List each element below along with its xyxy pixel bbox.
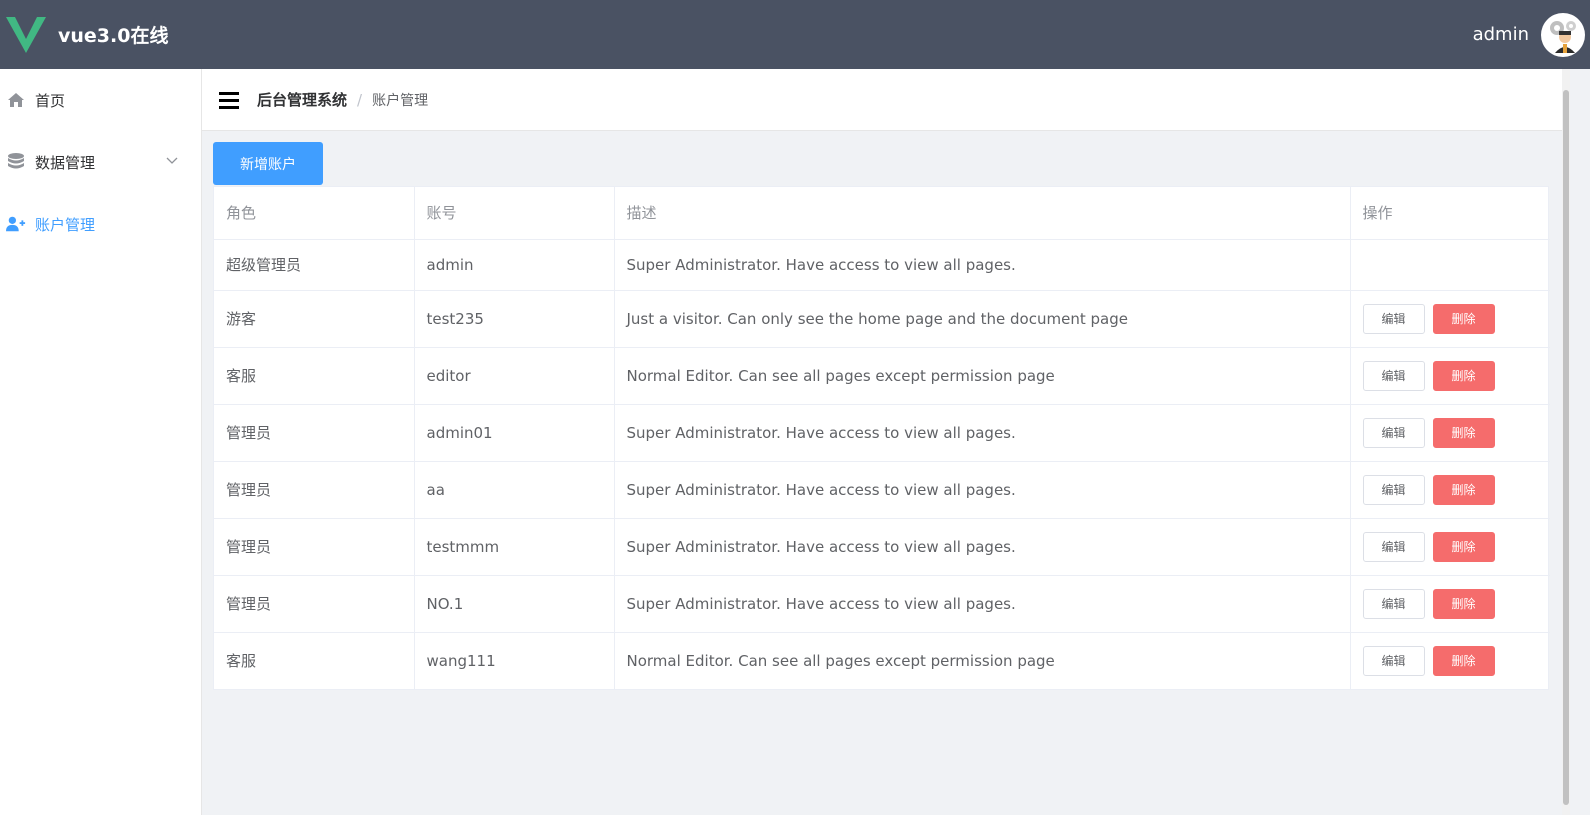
header-role: 角色 [214, 187, 415, 240]
cell-actions: 编辑 删除 [1350, 290, 1550, 348]
cell-description: Normal Editor. Can see all pages except … [614, 347, 1351, 405]
cell-actions: 编辑 删除 [1350, 518, 1550, 576]
table-row: 客服 editor Normal Editor. Can see all pages… [214, 347, 1550, 405]
cell-description: Super Administrator. Have access to view… [614, 239, 1351, 291]
sidebar-item-home[interactable]: 首页 [0, 69, 201, 131]
menu-toggle-icon[interactable] [219, 91, 241, 109]
cell-role: 管理员 [214, 518, 415, 576]
cell-account: NO.1 [414, 575, 615, 633]
breadcrumb-root[interactable]: 后台管理系统 [257, 89, 347, 110]
brand-title: vue3.0在线 [58, 25, 169, 47]
brand[interactable]: vue3.0在线 [0, 0, 168, 69]
cell-role: 超级管理员 [214, 239, 415, 291]
breadcrumb-current: 账户管理 [372, 92, 429, 109]
table-row: 游客 test235 Just a visitor. Can only see th… [214, 290, 1550, 348]
cell-account: testmmm [414, 518, 615, 576]
edit-button[interactable]: 编辑 [1362, 531, 1425, 562]
cell-role: 游客 [214, 290, 415, 348]
username[interactable]: admin [1473, 24, 1529, 45]
avatar-icon [1550, 20, 1576, 53]
breadcrumb: 后台管理系统 / 账户管理 [257, 89, 428, 110]
edit-button[interactable]: 编辑 [1362, 588, 1425, 619]
table-row: 管理员 testmmm Super Administrator. Have acce… [214, 518, 1550, 576]
table-row: 超级管理员 admin Super Administrator. Have acce… [214, 239, 1550, 291]
sidebar-item-label: 数据管理 [35, 153, 96, 172]
sidebar-item-data-management[interactable]: 数据管理 [0, 131, 201, 193]
chevron-down-icon [166, 157, 178, 164]
cell-description: Just a visitor. Can only see the home pa… [614, 290, 1351, 348]
add-account-button[interactable]: 新增账户 [213, 142, 323, 185]
cell-role: 管理员 [214, 461, 415, 519]
cell-description: Super Administrator. Have access to view… [614, 575, 1351, 633]
cell-description: Super Administrator. Have access to view… [614, 518, 1351, 576]
edit-button[interactable]: 编辑 [1362, 303, 1425, 334]
cell-role: 管理员 [214, 575, 415, 633]
accounts-table: 角色 账号 描述 操作 超级管理员 admin Super Administrato… [213, 186, 1550, 690]
cell-actions: 编辑 删除 [1350, 404, 1550, 462]
cell-account: admin [414, 239, 615, 291]
sidebar-item-account-management[interactable]: 账户管理 [0, 193, 201, 255]
top-bar: 后台管理系统 / 账户管理 [202, 69, 1562, 131]
cell-description: Super Administrator. Have access to view… [614, 404, 1351, 462]
vue-logo-icon [6, 16, 46, 53]
delete-button[interactable]: 删除 [1432, 645, 1495, 676]
cell-actions: 编辑 删除 [1350, 347, 1550, 405]
sidebar: 首页 数据管理 账户管理 [0, 69, 202, 815]
delete-button[interactable]: 删除 [1432, 417, 1495, 448]
delete-button[interactable]: 删除 [1432, 474, 1495, 505]
sidebar-item-label: 首页 [35, 91, 66, 110]
sidebar-item-label: 账户管理 [35, 215, 96, 234]
user-menu[interactable]: admin [1473, 0, 1590, 69]
header-actions: 操作 [1350, 187, 1550, 240]
cell-actions [1350, 239, 1550, 291]
table-row: 管理员 admin01 Super Administrator. Have acce… [214, 404, 1550, 462]
cell-role: 客服 [214, 347, 415, 405]
cell-description: Normal Editor. Can see all pages except … [614, 632, 1351, 689]
header-account: 账号 [414, 187, 615, 240]
edit-button[interactable]: 编辑 [1362, 417, 1425, 448]
table-row: 客服 wang111 Normal Editor. Can see all page… [214, 632, 1550, 689]
user-plus-icon [6, 214, 26, 234]
database-icon [6, 152, 26, 172]
scrollbar-thumb[interactable] [1563, 90, 1569, 805]
avatar[interactable] [1541, 12, 1585, 57]
cell-role: 客服 [214, 632, 415, 689]
cell-role: 管理员 [214, 404, 415, 462]
app-header: vue3.0在线 admin [0, 0, 1590, 69]
cell-actions: 编辑 删除 [1350, 632, 1550, 689]
edit-button[interactable]: 编辑 [1362, 360, 1425, 391]
delete-button[interactable]: 删除 [1432, 588, 1495, 619]
cell-account: aa [414, 461, 615, 519]
table-row: 管理员 NO.1 Super Administrator. Have access … [214, 575, 1550, 633]
edit-button[interactable]: 编辑 [1362, 474, 1425, 505]
home-icon [6, 90, 26, 110]
edit-button[interactable]: 编辑 [1362, 645, 1425, 676]
delete-button[interactable]: 删除 [1432, 303, 1495, 334]
cell-account: editor [414, 347, 615, 405]
delete-button[interactable]: 删除 [1432, 360, 1495, 391]
table-row: 管理员 aa Super Administrator. Have access to… [214, 461, 1550, 519]
cell-actions: 编辑 删除 [1350, 575, 1550, 633]
delete-button[interactable]: 删除 [1432, 531, 1495, 562]
header-description: 描述 [614, 187, 1351, 240]
cell-actions: 编辑 删除 [1350, 461, 1550, 519]
breadcrumb-separator: / [357, 90, 363, 109]
cell-account: admin01 [414, 404, 615, 462]
cell-description: Super Administrator. Have access to view… [614, 461, 1351, 519]
cell-account: test235 [414, 290, 615, 348]
cell-account: wang111 [414, 632, 615, 689]
table-header-row: 角色 账号 描述 操作 [214, 187, 1550, 240]
